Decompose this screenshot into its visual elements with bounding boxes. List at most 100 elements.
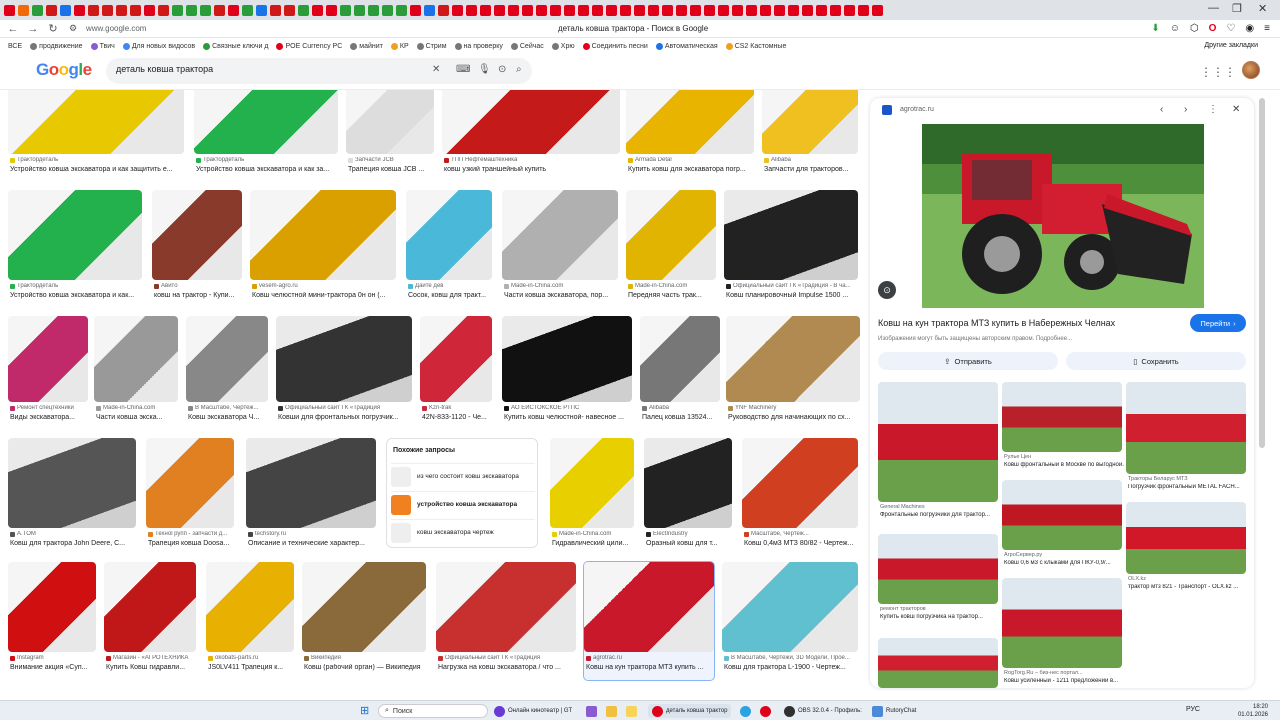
result-source[interactable]: Запчасти JCB — [348, 157, 436, 163]
apps-grid-icon[interactable]: ⋮⋮⋮ — [1200, 65, 1236, 79]
image-result[interactable]: ElectIndustry Оразный ковш для т... — [644, 438, 732, 556]
site-info-icon[interactable]: ⚙ — [66, 23, 80, 34]
result-caption[interactable]: ковш на трактор - Купи... — [154, 292, 244, 299]
result-source[interactable]: Made-in-China.com — [628, 283, 718, 289]
result-thumbnail[interactable] — [152, 190, 242, 280]
bookmark-item[interactable]: Для новых видосов — [122, 42, 195, 50]
result-thumbnail[interactable] — [502, 190, 618, 280]
browser-tab[interactable] — [774, 4, 785, 16]
prev-icon[interactable]: ‹ — [1160, 104, 1163, 115]
url-field[interactable]: www.google.com — [86, 24, 146, 33]
browser-tab[interactable] — [578, 4, 589, 16]
language-indicator[interactable]: РУС — [1186, 706, 1200, 713]
result-caption[interactable]: Устройство ковша экскаватора и как... — [10, 292, 144, 299]
browser-tab[interactable] — [396, 4, 407, 16]
browser-tab[interactable] — [242, 4, 253, 16]
image-result[interactable]: A.TOM Ковш для трактора John Deere, C... — [8, 438, 136, 556]
visit-button[interactable]: Перейти › — [1190, 314, 1246, 332]
browser-tab[interactable] — [466, 4, 477, 16]
taskbar-app-chat[interactable]: RutoryChat — [872, 704, 916, 718]
browser-tab[interactable] — [746, 4, 757, 16]
result-source[interactable]: ТПП Нефтемаштехника — [444, 157, 622, 163]
image-result[interactable]: Википедия Ковш (рабочий орган) — Википеди… — [302, 562, 426, 680]
bookmark-item[interactable]: Связные ключи д — [203, 42, 268, 50]
maximize-icon[interactable]: ❐ — [1232, 2, 1242, 15]
result-source[interactable]: Дайте дев — [408, 283, 494, 289]
result-thumbnail[interactable] — [420, 316, 492, 402]
result-source[interactable]: ElectIndustry — [646, 531, 734, 537]
image-result[interactable]: ТехноГрупп - запчасти д... Трапеция ковша… — [146, 438, 234, 556]
similar-source[interactable]: Рулье Цен — [1004, 454, 1124, 460]
browser-tab[interactable] — [732, 4, 743, 16]
similar-image[interactable]: RogTorg.Ru – биз-нес портал... Ковш усиле… — [1002, 578, 1122, 688]
clear-icon[interactable]: ✕ — [432, 64, 440, 75]
result-thumbnail[interactable] — [302, 562, 426, 652]
similar-thumbnail[interactable] — [878, 638, 998, 688]
similar-thumbnail[interactable] — [1126, 382, 1246, 474]
result-thumbnail[interactable] — [584, 562, 714, 652]
close-icon[interactable]: ✕ — [1232, 104, 1240, 115]
browser-tab[interactable] — [704, 4, 715, 16]
similar-caption[interactable]: Ковш фронтальный в Москве по выгодной... — [1004, 462, 1124, 468]
browser-tab[interactable] — [298, 4, 309, 16]
similar-caption[interactable]: Погрузчик фронтальный METAL FACH... — [1128, 484, 1248, 490]
similar-thumbnail[interactable] — [1126, 502, 1246, 574]
image-result[interactable]: Made-in-China.com Гидравлический цили... — [550, 438, 634, 556]
result-source[interactable]: Википедия — [304, 655, 428, 661]
preview-title[interactable]: Ковш на кун трактора МТЗ купить в Набере… — [878, 318, 1115, 328]
result-thumbnail[interactable] — [626, 90, 754, 154]
image-result[interactable]: Авито ковш на трактор - Купи... — [152, 190, 242, 308]
result-source[interactable]: Made-in-China.com — [96, 405, 180, 411]
similar-source[interactable]: General Machines — [880, 504, 1000, 510]
bookmark-item[interactable]: на проверку — [454, 42, 503, 50]
google-logo[interactable]: Google — [36, 60, 92, 80]
result-caption[interactable]: 42N-833-1120 - Че... — [422, 414, 494, 421]
result-caption[interactable]: Описание и технические характер... — [248, 540, 378, 547]
taskbar-opera-icon[interactable] — [760, 704, 771, 718]
result-caption[interactable]: Купить Ковш гидравли... — [106, 664, 198, 671]
similar-thumbnail[interactable] — [878, 382, 998, 502]
result-thumbnail[interactable] — [8, 438, 136, 528]
result-thumbnail[interactable] — [346, 90, 434, 154]
bookmark-item[interactable]: Хрю — [551, 42, 575, 50]
similar-thumbnail[interactable] — [1002, 382, 1122, 452]
result-thumbnail[interactable] — [146, 438, 234, 528]
browser-tab[interactable] — [648, 4, 659, 16]
lens-search-icon[interactable]: ⊙ — [878, 281, 896, 299]
reload-icon[interactable]: ↻ — [46, 22, 60, 35]
taskbar-telegram-icon[interactable] — [740, 704, 751, 718]
browser-tab[interactable] — [452, 4, 463, 16]
bookmark-item[interactable]: Автоматическая — [655, 42, 718, 50]
back-icon[interactable]: ← — [6, 23, 20, 35]
browser-tab[interactable] — [830, 4, 841, 16]
browser-tab[interactable] — [606, 4, 617, 16]
bookmark-item[interactable]: КР — [390, 42, 409, 50]
result-thumbnail[interactable] — [250, 190, 396, 280]
bookmark-item[interactable]: продвижение — [30, 42, 83, 50]
browser-tab[interactable] — [592, 4, 603, 16]
result-source[interactable]: Ремонт спецтехники — [10, 405, 90, 411]
result-source[interactable]: techstory.ru — [248, 531, 378, 537]
bookmark-item[interactable]: майнит — [350, 42, 383, 50]
result-caption[interactable]: Гидравлический цили... — [552, 540, 636, 547]
browser-tab[interactable] — [718, 4, 729, 16]
browser-tab[interactable] — [256, 4, 267, 16]
close-window-icon[interactable]: ✕ — [1258, 2, 1267, 15]
result-source[interactable]: Instagram — [10, 655, 98, 661]
similar-caption[interactable]: Ковш 0,6 м3 с клыками для ПКУ-0,9/... — [1004, 560, 1124, 566]
browser-tab[interactable] — [46, 4, 57, 16]
browser-tab[interactable] — [522, 4, 533, 16]
menu-icon[interactable]: ≡ — [1264, 23, 1270, 34]
image-result[interactable]: Ремонт спецтехники Виды экскаватора... — [8, 316, 88, 430]
result-source[interactable]: Официальный сайт ГК «Традиция - В ча... — [726, 283, 860, 289]
browser-tab[interactable] — [368, 4, 379, 16]
result-caption[interactable]: Палец ковша 13524... — [642, 414, 722, 421]
browser-tab[interactable] — [788, 4, 799, 16]
browser-tab[interactable] — [550, 4, 561, 16]
result-thumbnail[interactable] — [742, 438, 858, 528]
result-caption[interactable]: Ковши для фронтальных погрузчик... — [278, 414, 414, 421]
browser-tab[interactable] — [676, 4, 687, 16]
bookmark-item[interactable]: ВСЕ — [8, 43, 22, 50]
result-caption[interactable]: Трапеция ковша JCB ... — [348, 166, 436, 173]
result-source[interactable]: Трактордеталь — [196, 157, 340, 163]
